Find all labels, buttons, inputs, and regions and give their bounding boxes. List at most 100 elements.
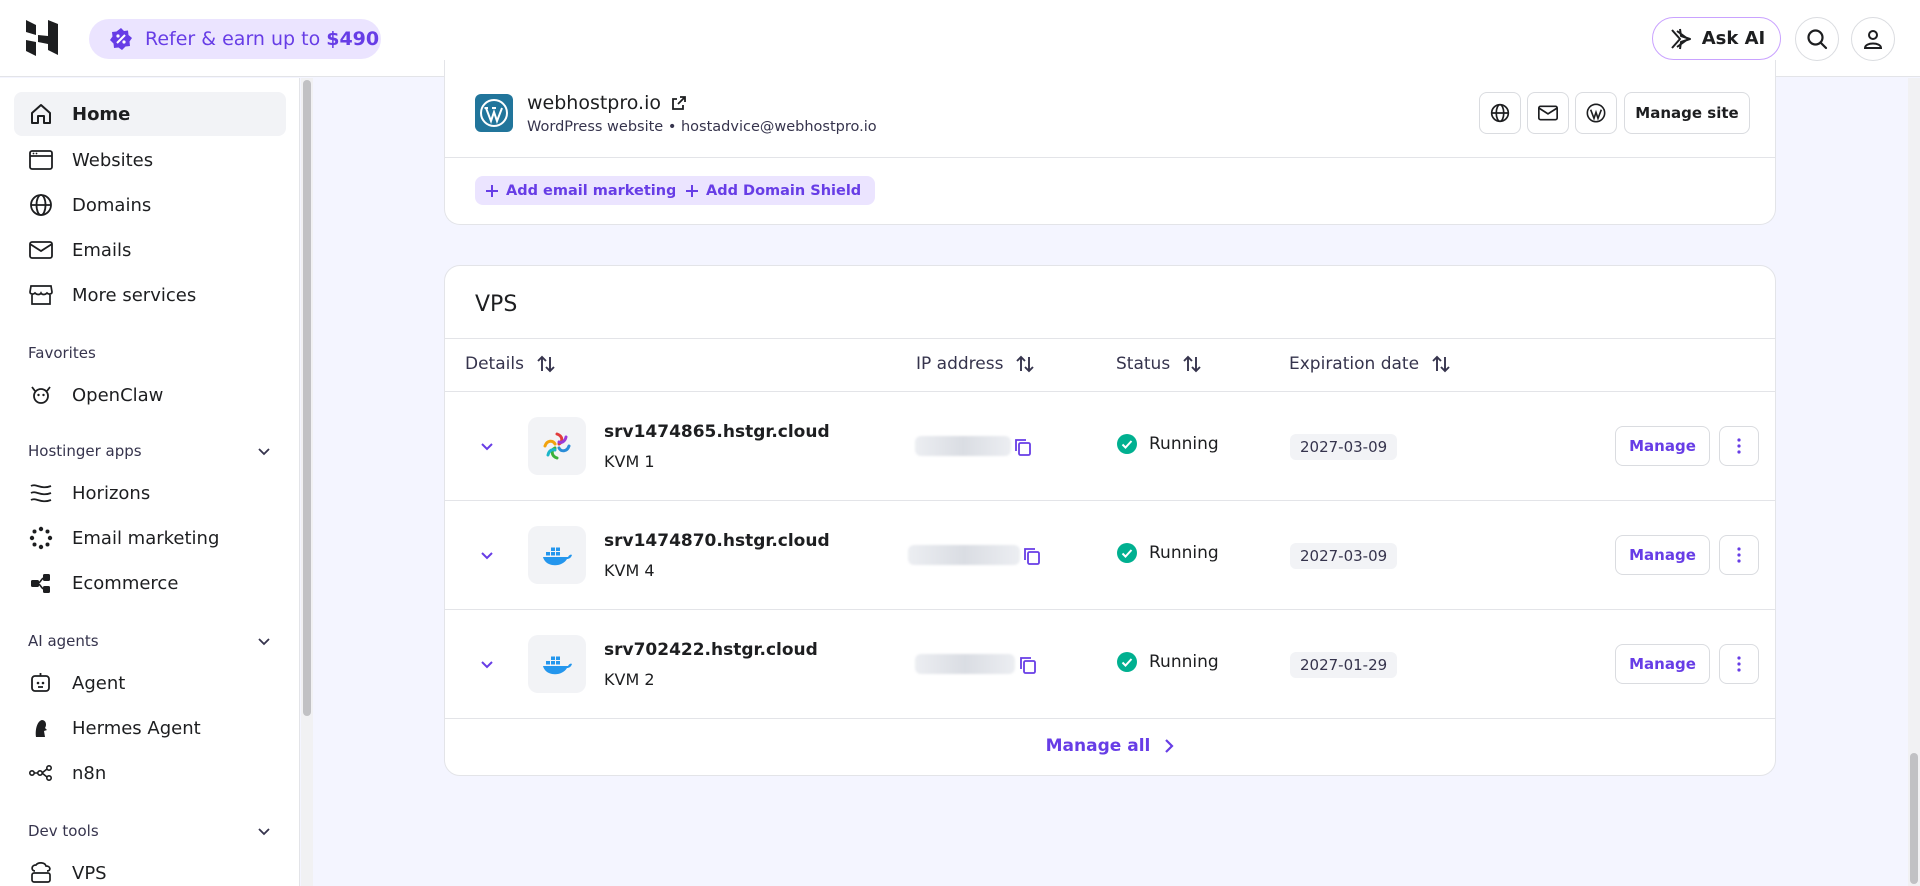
n8n-icon — [28, 760, 54, 786]
site-subtitle: WordPress website • hostadvice@webhostpr… — [527, 119, 877, 135]
openclaw-icon — [28, 382, 54, 408]
sidebar-item-label: OpenClaw — [72, 384, 164, 406]
copy-icon[interactable] — [1013, 437, 1033, 457]
hostinger-apps-heading[interactable]: Hostinger apps — [28, 442, 272, 460]
manage-button[interactable]: Manage — [1615, 535, 1710, 575]
table-row: srv702422.hstgr.cloud KVM 2 Running 2027… — [445, 610, 1775, 718]
vps-hostname[interactable]: srv1474870.hstgr.cloud — [604, 531, 830, 551]
vps-card: VPS Details IP address Status Expiration… — [444, 265, 1776, 776]
sidebar-item-n8n[interactable]: n8n — [14, 751, 286, 795]
status-badge: Running — [1117, 434, 1219, 454]
status-badge: Running — [1117, 652, 1219, 672]
ip-address-blurred — [908, 545, 1020, 565]
ecommerce-icon — [28, 570, 54, 596]
sidebar-item-label: Hermes Agent — [72, 717, 201, 739]
search-button[interactable] — [1795, 17, 1839, 61]
divider — [445, 157, 1775, 158]
sidebar-item-openclaw[interactable]: OpenClaw — [14, 373, 286, 417]
sort-icon[interactable] — [536, 355, 556, 373]
expiration-date: 2027-03-09 — [1290, 434, 1398, 460]
wordpress-icon — [1586, 103, 1606, 123]
status-text: Running — [1149, 652, 1219, 672]
chevron-down-icon[interactable] — [256, 823, 272, 839]
external-link-icon[interactable] — [671, 95, 687, 111]
expand-chevron-icon[interactable] — [475, 652, 499, 676]
add-email-marketing-button[interactable]: Add email marketing — [475, 176, 691, 205]
mail-icon — [28, 237, 54, 263]
sidebar-item-emails[interactable]: Emails — [14, 228, 286, 272]
column-header-status[interactable]: Status — [1116, 354, 1202, 374]
sort-icon[interactable] — [1182, 355, 1202, 373]
page-scrollbar[interactable] — [1908, 78, 1920, 886]
column-header-expiration[interactable]: Expiration date — [1289, 354, 1451, 374]
expiration-date: 2027-01-29 — [1290, 652, 1398, 678]
site-name-text[interactable]: webhostpro.io — [527, 92, 661, 114]
sidebar-item-label: Ecommerce — [72, 572, 179, 594]
status-text: Running — [1149, 434, 1219, 454]
sidebar-item-websites[interactable]: Websites — [14, 138, 286, 182]
mail-icon — [1538, 105, 1558, 121]
search-icon — [1807, 29, 1828, 50]
openclaw-app-icon — [528, 417, 586, 475]
sidebar-item-ecommerce[interactable]: Ecommerce — [14, 561, 286, 605]
sidebar-item-domains[interactable]: Domains — [14, 183, 286, 227]
ip-address-blurred — [915, 436, 1011, 456]
dev-tools-heading[interactable]: Dev tools — [28, 822, 272, 840]
sidebar-item-label: Home — [72, 103, 131, 125]
page-scrollbar-thumb[interactable] — [1910, 753, 1918, 884]
sidebar-item-hermes-agent[interactable]: Hermes Agent — [14, 706, 286, 750]
expand-chevron-icon[interactable] — [475, 434, 499, 458]
chevron-down-icon[interactable] — [256, 633, 272, 649]
plus-icon — [486, 184, 498, 197]
hostinger-logo[interactable] — [24, 18, 60, 58]
sidebar-item-email-marketing[interactable]: Email marketing — [14, 516, 286, 560]
vps-plan: KVM 4 — [604, 561, 655, 580]
more-options-button[interactable] — [1719, 426, 1759, 466]
copy-icon[interactable] — [1022, 546, 1042, 566]
sort-icon[interactable] — [1431, 355, 1451, 373]
sidebar-item-home[interactable]: Home — [14, 92, 286, 136]
check-circle-icon — [1117, 434, 1137, 454]
copy-icon[interactable] — [1018, 655, 1038, 675]
manage-all-link[interactable]: Manage all — [445, 736, 1775, 756]
divider — [445, 338, 1775, 339]
chevron-down-icon[interactable] — [256, 443, 272, 459]
wordpress-button[interactable] — [1575, 92, 1617, 134]
check-circle-icon — [1117, 652, 1137, 672]
vps-hostname[interactable]: srv1474865.hstgr.cloud — [604, 422, 830, 442]
kebab-menu-icon — [1737, 547, 1741, 563]
site-name[interactable]: webhostpro.io — [527, 92, 687, 114]
sidebar-item-label: Agent — [72, 672, 126, 694]
favorites-label: Favorites — [28, 344, 96, 362]
expand-chevron-icon[interactable] — [475, 543, 499, 567]
column-header-ip[interactable]: IP address — [916, 354, 1035, 374]
sidebar-item-horizons[interactable]: Horizons — [14, 471, 286, 515]
sidebar-item-agent[interactable]: Agent — [14, 661, 286, 705]
add-domain-shield-button[interactable]: Add Domain Shield — [675, 176, 876, 205]
vps-hostname[interactable]: srv702422.hstgr.cloud — [604, 640, 818, 660]
sort-icon[interactable] — [1015, 355, 1035, 373]
manage-site-button[interactable]: Manage site — [1624, 92, 1750, 134]
refer-earn-banner[interactable]: Refer & earn up to $490 — [89, 19, 381, 59]
manage-button[interactable]: Manage — [1615, 644, 1710, 684]
ask-ai-button[interactable]: Ask AI — [1652, 17, 1781, 60]
more-options-button[interactable] — [1719, 644, 1759, 684]
sidebar-item-label: VPS — [72, 862, 107, 884]
sidebar-item-vps[interactable]: VPS — [14, 851, 286, 886]
table-row: srv1474865.hstgr.cloud KVM 1 Running 202… — [445, 392, 1775, 500]
sidebar-item-more-services[interactable]: More services — [14, 273, 286, 317]
ai-agents-heading[interactable]: AI agents — [28, 632, 272, 650]
add-email-marketing-label: Add email marketing — [506, 182, 677, 199]
sidebar-scrollbar[interactable] — [301, 78, 313, 886]
sidebar-item-label: Domains — [72, 194, 152, 216]
manage-button[interactable]: Manage — [1615, 426, 1710, 466]
kebab-menu-icon — [1737, 656, 1741, 672]
domain-button[interactable] — [1479, 92, 1521, 134]
account-button[interactable] — [1851, 17, 1895, 61]
sidebar-scrollbar-thumb[interactable] — [303, 80, 311, 716]
email-button[interactable] — [1527, 92, 1569, 134]
refer-amount: $490 — [326, 28, 380, 50]
more-options-button[interactable] — [1719, 535, 1759, 575]
column-header-details[interactable]: Details — [465, 354, 556, 374]
vps-title: VPS — [475, 292, 518, 317]
